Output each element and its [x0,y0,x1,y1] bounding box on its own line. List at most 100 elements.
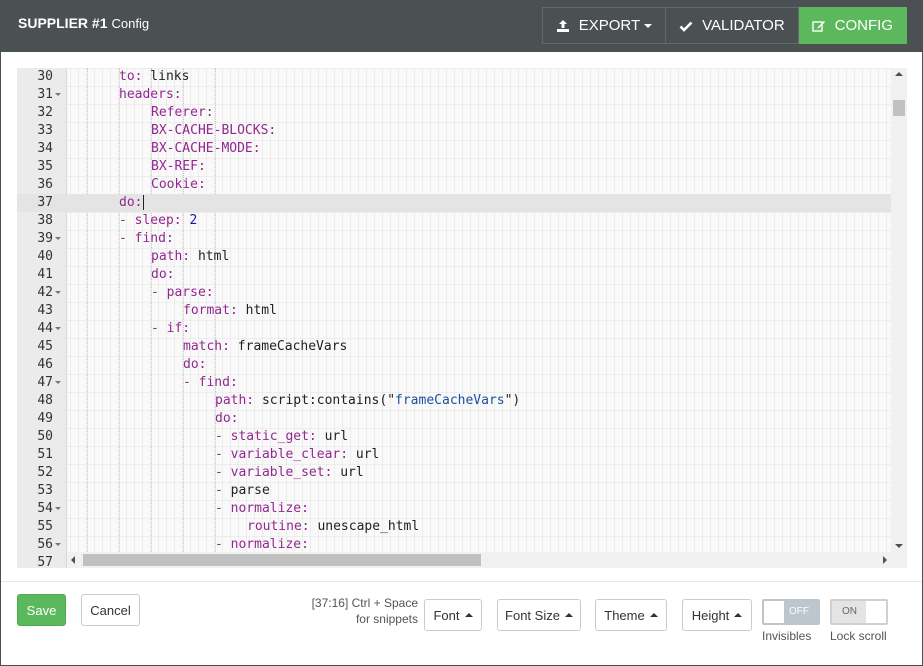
code-line[interactable]: 49 do: [17,410,891,428]
scroll-left-arrow-icon[interactable] [71,556,75,564]
code-line[interactable]: 47 - find: [17,374,891,392]
code-token: BX-CACHE-BLOCKS: [151,123,277,138]
caret-up-icon [464,613,473,617]
line-number: 40 [37,249,53,264]
code-line[interactable]: 33 BX-CACHE-BLOCKS: [17,122,891,140]
code-text: to: links [119,68,189,86]
code-text: - find: [183,374,238,392]
fold-toggle-icon[interactable] [55,381,61,384]
code-token: unescape_html [309,519,420,534]
code-line[interactable]: 43 format: html [17,302,891,320]
code-line[interactable]: 38 - sleep: 2 [17,212,891,230]
code-line[interactable]: 30 to: links [17,68,891,86]
line-number: 42 [37,285,53,300]
line-number: 56 [37,537,53,552]
code-line[interactable]: 52 - variable_set: url [17,464,891,482]
fold-toggle-icon[interactable] [55,291,61,294]
lock-scroll-toggle[interactable]: ON [830,599,888,625]
validator-button[interactable]: VALIDATOR [666,7,799,44]
code-line[interactable]: 41 do: [17,266,891,284]
code-line[interactable]: 44 - if: [17,320,891,338]
code-line[interactable]: 48 path: script:contains("frameCacheVars"… [17,392,891,410]
vertical-scrollbar[interactable] [891,68,907,552]
code-line[interactable]: 31 headers: [17,86,891,104]
validator-label: VALIDATOR [702,17,785,34]
invisibles-toggle[interactable]: OFF [762,599,820,625]
code-token: - variable_clear: [215,447,349,462]
code-line[interactable]: 32 Referer: [17,104,891,122]
code-text: do: [183,356,206,374]
code-token: - [215,483,231,498]
code-line[interactable]: 55 routine: unescape_html [17,518,891,536]
code-token: - normalize: [215,537,309,552]
font-size-dropdown[interactable]: Font Size [497,599,581,631]
code-text: headers: [119,86,182,104]
fold-toggle-icon[interactable] [55,327,61,330]
code-text: format: html [183,302,277,320]
line-number: 41 [37,267,53,282]
code-line[interactable]: 34 BX-CACHE-MODE: [17,140,891,158]
code-token: to: [119,69,143,84]
header-bar: SUPPLIER #1 Config EXPORT VALIDATOR CONFI… [1,1,922,52]
text-cursor [143,195,145,210]
horizontal-scroll-thumb[interactable] [83,554,481,566]
code-token: - if: [151,321,191,336]
line-number: 37 [37,195,53,210]
code-line[interactable]: 37 do: [17,194,891,212]
fold-toggle-icon[interactable] [55,237,61,240]
code-line[interactable]: 54 - normalize: [17,500,891,518]
toggle-knob [866,601,886,623]
code-token: routine: [247,519,310,534]
code-text: path: script:contains("frameCacheVars") [215,392,520,410]
code-line[interactable]: 40 path: html [17,248,891,266]
code-line[interactable]: 39 - find: [17,230,891,248]
code-token: links [142,69,190,84]
footer-divider [1,581,922,582]
export-button[interactable]: EXPORT [541,7,667,44]
config-label: CONFIG [834,17,893,34]
save-button[interactable]: Save [17,594,66,626]
code-text: - variable_clear: url [215,446,379,464]
code-text: - if: [151,320,190,338]
code-line[interactable]: 53 - parse [17,482,891,500]
code-text: Referer: [151,104,214,122]
scroll-right-arrow-icon[interactable] [883,556,887,564]
code-text: Cookie: [151,176,206,194]
scroll-down-arrow-icon[interactable] [895,544,903,548]
code-line[interactable]: 45 match: frameCacheVars [17,338,891,356]
code-line[interactable]: 50 - static_get: url [17,428,891,446]
cursor-position-text: [37:16] Ctrl + Space [311,596,418,610]
line-number: 55 [37,519,53,534]
code-token: do: [215,411,239,426]
line-number: 31 [37,87,53,102]
line-number: 39 [37,231,53,246]
line-number: 38 [37,213,53,228]
code-text: - normalize: [215,500,309,518]
check-icon [679,21,693,32]
code-line[interactable]: 51 - variable_clear: url [17,446,891,464]
config-button[interactable]: CONFIG [798,7,907,44]
code-token: script:contains(" [254,393,396,408]
line-number: 47 [37,375,53,390]
code-line[interactable]: 42 - parse: [17,284,891,302]
vertical-scroll-thumb[interactable] [893,100,905,116]
height-dropdown[interactable]: Height [682,599,752,631]
scroll-up-arrow-icon[interactable] [895,72,903,76]
fold-toggle-icon[interactable] [55,543,61,546]
theme-dropdown[interactable]: Theme [595,599,667,631]
line-number: 54 [37,501,53,516]
cancel-button[interactable]: Cancel [81,594,140,626]
line-number: 30 [37,69,53,84]
code-text: routine: unescape_html [247,518,419,536]
code-line[interactable]: 36 Cookie: [17,176,891,194]
code-token: BX-CACHE-MODE: [151,141,261,156]
code-token: 2 [189,213,198,228]
code-editor[interactable]: 30 to: links 31 headers: 32 Referer: 33 BX-CACH… [17,68,907,568]
code-line[interactable]: 46 do: [17,356,891,374]
font-dropdown[interactable]: Font [424,599,482,631]
fold-toggle-icon[interactable] [55,93,61,96]
code-lines[interactable]: 30 to: links 31 headers: 32 Referer: 33 BX-CACH… [17,68,891,568]
fold-toggle-icon[interactable] [55,507,61,510]
code-line[interactable]: 35 BX-REF: [17,158,891,176]
horizontal-scrollbar[interactable] [67,552,891,568]
